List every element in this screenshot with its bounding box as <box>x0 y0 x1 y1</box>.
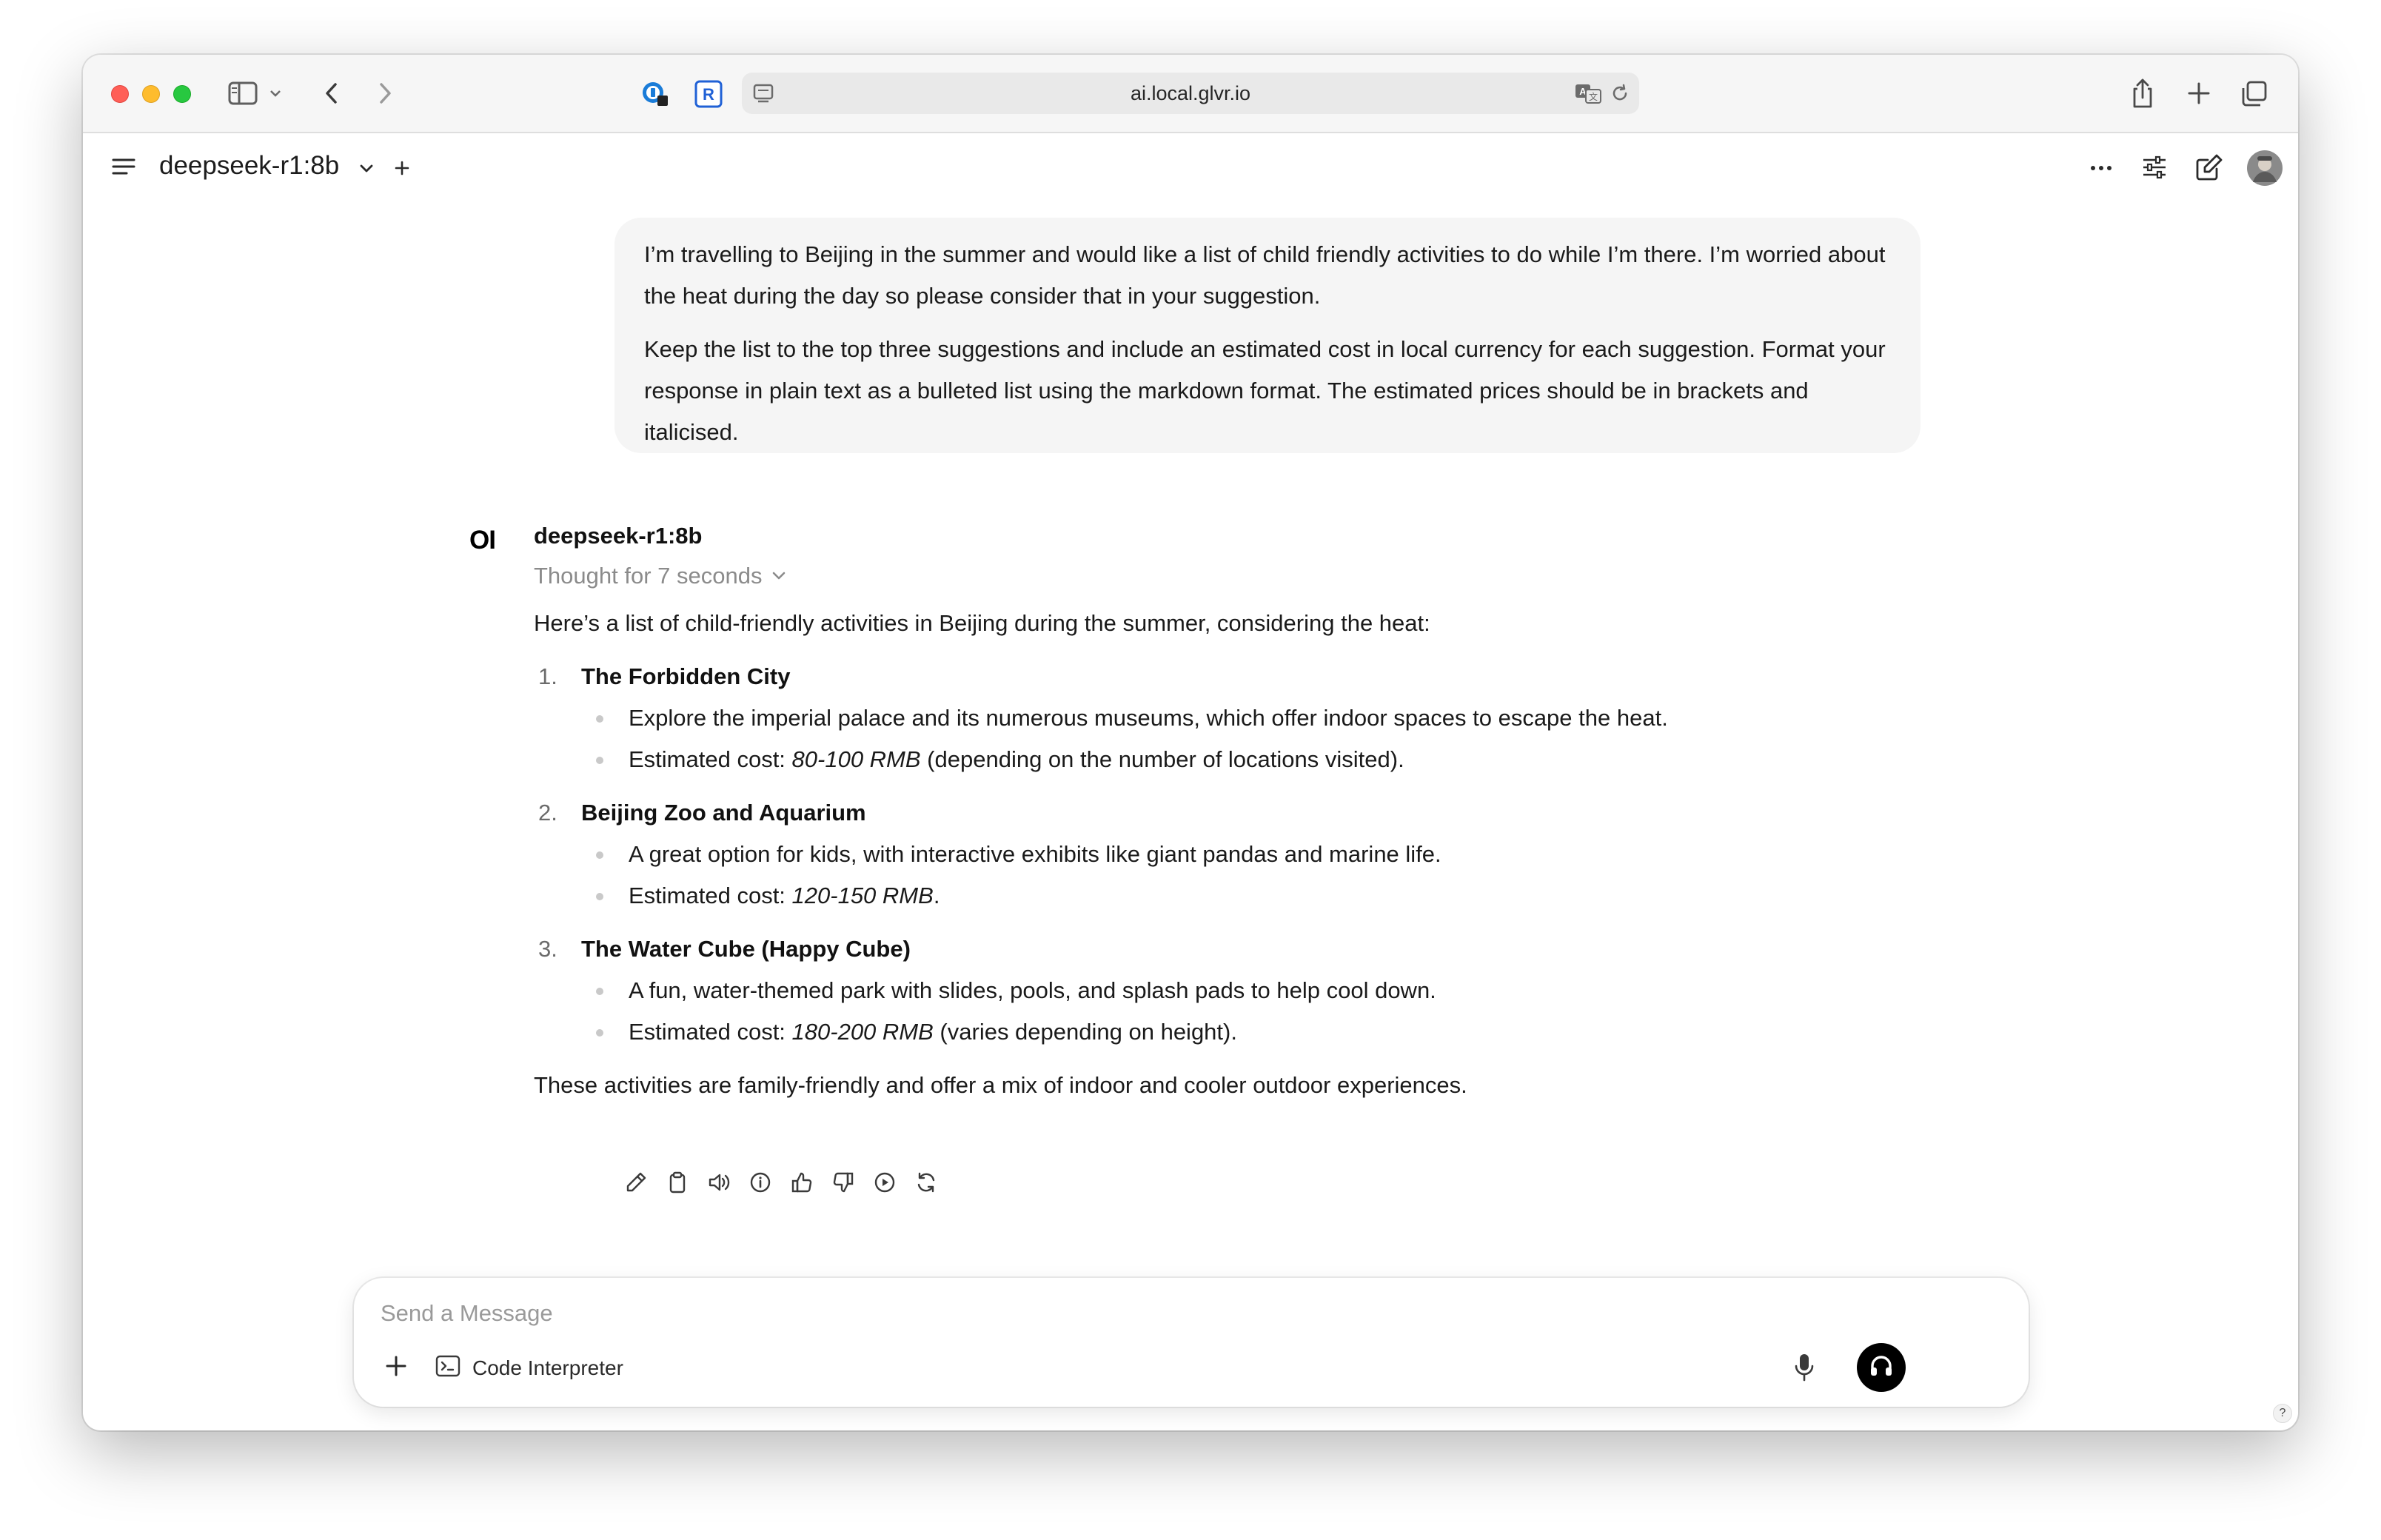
svg-text:文: 文 <box>1589 91 1598 102</box>
zoom-window-button[interactable] <box>173 85 191 103</box>
assistant-name: deepseek-r1:8b <box>534 523 703 549</box>
message-composer: Code Interpreter <box>354 1278 2029 1407</box>
model-selector-title[interactable]: deepseek-r1:8b <box>159 151 339 181</box>
thumbs-down-icon[interactable] <box>828 1167 859 1198</box>
url-text[interactable]: ai.local.glvr.io <box>742 73 1639 114</box>
assistant-response: Here’s a list of child-friendly activiti… <box>534 603 1940 1106</box>
list-item-title: The Forbidden City <box>581 663 791 689</box>
plus-icon[interactable] <box>394 160 410 176</box>
list-item: 1. The Forbidden City Explore the imperi… <box>534 656 1940 780</box>
list-item-number: 2. <box>538 800 557 826</box>
chevron-down-icon[interactable] <box>268 86 283 101</box>
sub-list-item: Estimated cost: 180-200 RMB (varies depe… <box>581 1011 1940 1053</box>
sub-list-item: Estimated cost: 120-150 RMB. <box>581 875 1940 917</box>
message-input[interactable] <box>381 1293 1713 1334</box>
voice-mode-button[interactable] <box>1857 1343 1906 1392</box>
list-item: 3. The Water Cube (Happy Cube) A fun, wa… <box>534 928 1940 1053</box>
share-icon[interactable] <box>2131 77 2154 110</box>
user-message: I’m travelling to Beijing in the summer … <box>614 218 1920 453</box>
menu-icon[interactable] <box>111 155 136 178</box>
new-tab-icon[interactable] <box>2187 81 2211 105</box>
thumbs-up-icon[interactable] <box>786 1167 817 1198</box>
sub-list-item: Explore the imperial palace and its nume… <box>581 697 1940 739</box>
sub-list-item: Estimated cost: 80-100 RMB (depending on… <box>581 739 1940 780</box>
password-manager-icon[interactable] <box>640 79 669 109</box>
regenerate-icon[interactable] <box>911 1167 942 1198</box>
chevron-down-icon[interactable] <box>358 160 375 176</box>
forward-icon[interactable] <box>376 80 394 107</box>
response-intro: Here’s a list of child-friendly activiti… <box>534 610 1430 636</box>
list-item-title: Beijing Zoo and Aquarium <box>581 800 866 826</box>
app-header: deepseek-r1:8b <box>83 133 2298 203</box>
minimize-window-button[interactable] <box>142 85 160 103</box>
list-item-title: The Water Cube (Happy Cube) <box>581 936 911 962</box>
svg-text:R: R <box>703 85 714 104</box>
tab-overview-icon[interactable] <box>2240 80 2268 108</box>
chevron-down-icon <box>771 563 787 589</box>
close-window-button[interactable] <box>111 85 129 103</box>
read-aloud-icon[interactable] <box>703 1167 734 1198</box>
back-icon[interactable] <box>323 80 341 107</box>
edit-icon[interactable] <box>620 1167 652 1198</box>
list-item-number: 1. <box>538 663 557 689</box>
user-message-paragraph: Keep the list to the top three suggestio… <box>644 336 1886 445</box>
address-bar[interactable]: ai.local.glvr.io A文 <box>742 73 1639 114</box>
microphone-icon[interactable] <box>1793 1352 1815 1387</box>
browser-toolbar: R ai.local.glvr.io A文 <box>83 55 2298 133</box>
assistant-logo: OI <box>469 526 496 555</box>
avatar[interactable] <box>2246 150 2283 187</box>
estimated-cost: 80-100 RMB <box>791 746 921 772</box>
terminal-icon <box>435 1354 461 1383</box>
user-message-paragraph: I’m travelling to Beijing in the summer … <box>644 241 1886 309</box>
extension-r-icon[interactable]: R <box>694 80 723 108</box>
list-item-number: 3. <box>538 936 557 962</box>
copy-icon[interactable] <box>662 1167 693 1198</box>
sub-list-item: A fun, water-themed park with slides, po… <box>581 970 1940 1011</box>
more-icon[interactable] <box>2089 160 2113 176</box>
new-chat-icon[interactable] <box>2194 153 2224 182</box>
code-interpreter-label: Code Interpreter <box>472 1356 623 1379</box>
code-interpreter-button[interactable]: Code Interpreter <box>435 1349 623 1387</box>
translate-icon[interactable]: A文 <box>1574 82 1604 108</box>
list-item: 2. Beijing Zoo and Aquarium A great opti… <box>534 792 1940 917</box>
controls-icon[interactable] <box>2141 154 2168 181</box>
thought-label: Thought for 7 seconds <box>534 563 763 589</box>
continue-icon[interactable] <box>869 1167 900 1198</box>
info-icon[interactable] <box>745 1167 776 1198</box>
help-button[interactable]: ? <box>2273 1404 2292 1423</box>
response-outro: These activities are family-friendly and… <box>534 1072 1467 1098</box>
activity-list: 1. The Forbidden City Explore the imperi… <box>534 656 1940 1053</box>
sub-list-item: A great option for kids, with interactiv… <box>581 834 1940 875</box>
estimated-cost: 120-150 RMB <box>791 883 934 908</box>
headphones-icon <box>1868 1353 1895 1383</box>
plus-icon[interactable] <box>384 1353 409 1382</box>
thought-toggle[interactable]: Thought for 7 seconds <box>534 563 787 589</box>
browser-window: R ai.local.glvr.io A文 deepseek-r1:8b I’m… <box>83 55 2298 1430</box>
sidebar-icon[interactable] <box>228 80 258 107</box>
reload-icon[interactable] <box>1610 83 1630 107</box>
message-actions <box>620 1167 942 1198</box>
estimated-cost: 180-200 RMB <box>791 1019 934 1045</box>
